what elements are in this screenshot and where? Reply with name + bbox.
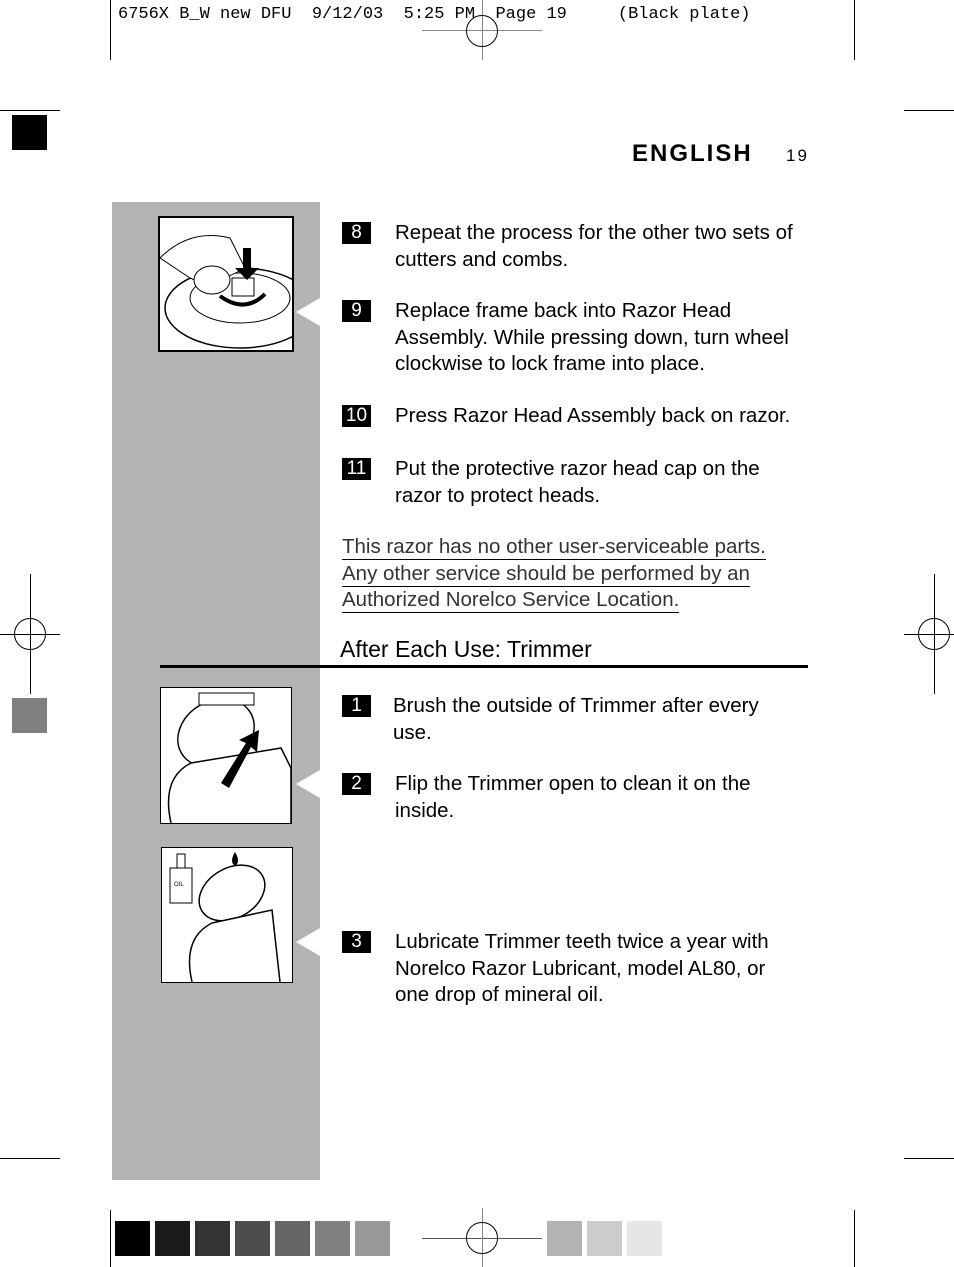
gray-swatch xyxy=(115,1221,150,1256)
registration-circle xyxy=(466,1222,498,1254)
gray-swatch xyxy=(275,1221,310,1256)
registration-circle xyxy=(14,618,46,650)
step-number: 8 xyxy=(342,222,371,244)
crop-mark xyxy=(0,110,60,111)
gray-swatch xyxy=(315,1221,350,1256)
trimmer-oil-illustration: OIL xyxy=(169,852,281,983)
note-line: Any other service should be performed by… xyxy=(342,561,750,587)
gray-swatch xyxy=(587,1221,622,1256)
step-number: 10 xyxy=(342,405,371,427)
gray-swatch xyxy=(627,1221,662,1256)
step-text: Put the protective razor head cap on the… xyxy=(395,457,760,507)
color-swatch xyxy=(12,698,47,733)
crop-mark xyxy=(110,1210,111,1267)
figure-trimmer-brush xyxy=(160,687,292,824)
pointer-triangle xyxy=(296,770,320,798)
crop-mark xyxy=(904,1158,954,1159)
crop-mark xyxy=(904,110,954,111)
pointer-triangle xyxy=(296,298,320,326)
service-note: This razor has no other user-serviceable… xyxy=(342,534,766,614)
gray-swatch xyxy=(235,1221,270,1256)
oil-label: OIL xyxy=(174,882,184,888)
step-text: Press Razor Head Assembly back on razor. xyxy=(395,404,791,427)
gray-swatch xyxy=(195,1221,230,1256)
crop-mark xyxy=(854,0,855,60)
step-number: 9 xyxy=(342,300,371,322)
figure-razor-head xyxy=(158,216,316,352)
color-swatch xyxy=(12,115,47,150)
registration-circle xyxy=(918,618,950,650)
step-text: Lubricate Trimmer teeth twice a year wit… xyxy=(395,930,769,1006)
step-number: 2 xyxy=(342,773,371,795)
razor-head-illustration xyxy=(159,235,316,349)
figure-trimmer-oil: OIL xyxy=(161,847,293,983)
step-number: 1 xyxy=(342,695,371,717)
note-line: This razor has no other user-serviceable… xyxy=(342,535,766,560)
trimmer-brush-illustration xyxy=(167,692,292,824)
step-number: 3 xyxy=(342,931,371,953)
section-rule xyxy=(160,665,808,668)
pointer-triangle xyxy=(296,928,320,956)
note-line: Authorized Norelco Service Location. xyxy=(342,588,680,613)
crop-mark xyxy=(0,1158,60,1159)
step-number: 11 xyxy=(342,458,371,480)
print-slug: 6756X B_W new DFU 9/12/03 5:25 PM Page 1… xyxy=(118,5,751,24)
page-number: 19 xyxy=(786,146,809,165)
section-title: After Each Use: Trimmer xyxy=(340,636,592,662)
gray-swatch xyxy=(547,1221,582,1256)
crop-mark xyxy=(110,0,111,60)
step-text: Replace frame back into Razor Head Assem… xyxy=(395,299,789,375)
language-header: ENGLISH xyxy=(632,140,753,167)
gray-swatch xyxy=(155,1221,190,1256)
step-text: Repeat the process for the other two set… xyxy=(395,221,793,271)
crop-mark xyxy=(854,1210,855,1267)
registration-circle xyxy=(466,15,498,47)
gray-swatch xyxy=(355,1221,390,1256)
step-text: Flip the Trimmer open to clean it on the… xyxy=(395,772,751,822)
step-text: Brush the outside of Trimmer after every… xyxy=(393,694,759,744)
